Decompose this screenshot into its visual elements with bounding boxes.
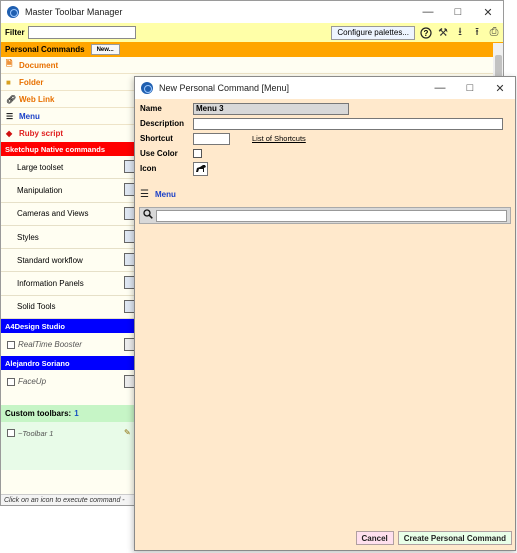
folder-icon: ■ [6, 77, 11, 87]
custom-toolbar-label: ~Toolbar 1 [18, 428, 54, 438]
custom-toolbars-count: 1 [74, 409, 79, 419]
personal-commands-header: Personal Commands New... [1, 42, 503, 57]
personal-item-label: Ruby script [19, 129, 64, 138]
native-item-label: Styles [17, 232, 39, 242]
personal-item-label: Menu [19, 111, 40, 121]
name-input[interactable]: Menu 3 [193, 102, 349, 115]
native-item-label: Solid Tools [17, 302, 56, 312]
plugin-checkbox[interactable] [7, 377, 15, 386]
native-item-label: Information Panels [17, 279, 84, 289]
icon-label: Icon [140, 164, 157, 173]
edit-icon[interactable]: ✎ [124, 428, 131, 437]
cancel-button[interactable]: Cancel [355, 531, 394, 545]
filter-label: Filter [5, 28, 25, 37]
sketchup-app-icon [141, 82, 153, 94]
description-input[interactable] [193, 117, 503, 130]
native-item-label: Manipulation [17, 185, 63, 195]
shortcut-row: Shortcut List of Shortcuts [135, 131, 515, 146]
ruby-icon: ◆ [6, 129, 13, 138]
icon-row: Icon [135, 161, 515, 176]
document-icon: 🗎 [6, 59, 13, 68]
dialog-close-button[interactable]: ✕ [485, 77, 515, 99]
filter-input[interactable] [27, 26, 136, 39]
plugin-checkbox[interactable] [7, 340, 15, 349]
new-personal-command-dialog: New Personal Command [Menu] — □ ✕ Name M… [134, 76, 516, 551]
dialog-minimize-button[interactable]: — [425, 77, 455, 99]
import-icon[interactable]: ⭳ [454, 26, 466, 39]
command-icon-picker[interactable] [193, 161, 208, 176]
description-row: Description [135, 116, 515, 131]
svg-text:?: ? [424, 29, 429, 38]
hamburger-icon: ☰ [140, 188, 149, 200]
custom-toolbars-label: Custom toolbars: [5, 409, 72, 419]
use-color-label: Use Color [140, 149, 178, 158]
filter-bar: Filter Configure palettes... ? ⚒ ⭳ ⭱ ⎙ [1, 23, 503, 42]
personal-item-document[interactable]: 🗎 Document [1, 57, 503, 74]
plugin-item-label: FaceUp [18, 377, 47, 387]
dialog-footer: Cancel Create Personal Command [355, 531, 512, 545]
menu-section-label: Menu [154, 189, 176, 199]
help-icon[interactable]: ? [420, 26, 432, 39]
use-color-checkbox[interactable] [193, 149, 202, 158]
maximize-button[interactable]: □ [443, 1, 473, 23]
name-row: Name Menu 3 [135, 101, 515, 116]
shortcut-label: Shortcut [140, 134, 173, 143]
native-item-label: Large toolset [17, 162, 64, 172]
print-icon[interactable]: ⎙ [488, 26, 500, 39]
personal-commands-label: Personal Commands [5, 45, 85, 54]
list-of-shortcuts-link[interactable]: List of Shortcuts [252, 134, 306, 143]
export-icon[interactable]: ⭱ [471, 26, 483, 39]
personal-item-label: Web Link [19, 94, 55, 104]
menu-section-header: ☰ Menu [135, 186, 515, 202]
personal-item-label: Folder [19, 77, 44, 87]
dialog-title: New Personal Command [Menu] [159, 83, 290, 93]
name-label: Name [140, 104, 162, 113]
hamburger-icon: ☰ [6, 111, 14, 121]
use-color-row: Use Color [135, 146, 515, 161]
main-titlebar: Master Toolbar Manager — □ ✕ [1, 1, 503, 23]
minimize-button[interactable]: — [413, 1, 443, 23]
configure-palettes-button[interactable]: Configure palettes... [331, 25, 415, 40]
search-icon [143, 209, 153, 222]
dialog-titlebar: New Personal Command [Menu] — □ ✕ [135, 77, 515, 99]
menu-search-input[interactable] [156, 209, 507, 222]
tools-icon[interactable]: ⚒ [437, 27, 449, 39]
link-icon: 🔗︎ [6, 94, 17, 104]
custom-toolbar-checkbox[interactable] [7, 429, 15, 438]
main-window-title: Master Toolbar Manager [25, 7, 123, 17]
native-item-label: Cameras and Views [17, 209, 89, 219]
create-personal-command-button[interactable]: Create Personal Command [397, 531, 512, 545]
sketchup-app-icon [7, 6, 19, 18]
new-personal-command-button[interactable]: New... [90, 44, 120, 55]
horse-icon [195, 164, 206, 172]
close-button[interactable]: ✕ [473, 1, 503, 23]
shortcut-input[interactable] [193, 132, 230, 145]
plugin-item-label: RealTime Booster [18, 340, 82, 350]
native-item-label: Standard workflow [17, 255, 83, 265]
dialog-maximize-button[interactable]: □ [455, 77, 485, 99]
description-label: Description [140, 119, 185, 128]
personal-item-label: Document [19, 60, 59, 70]
menu-search-bar [139, 207, 511, 224]
